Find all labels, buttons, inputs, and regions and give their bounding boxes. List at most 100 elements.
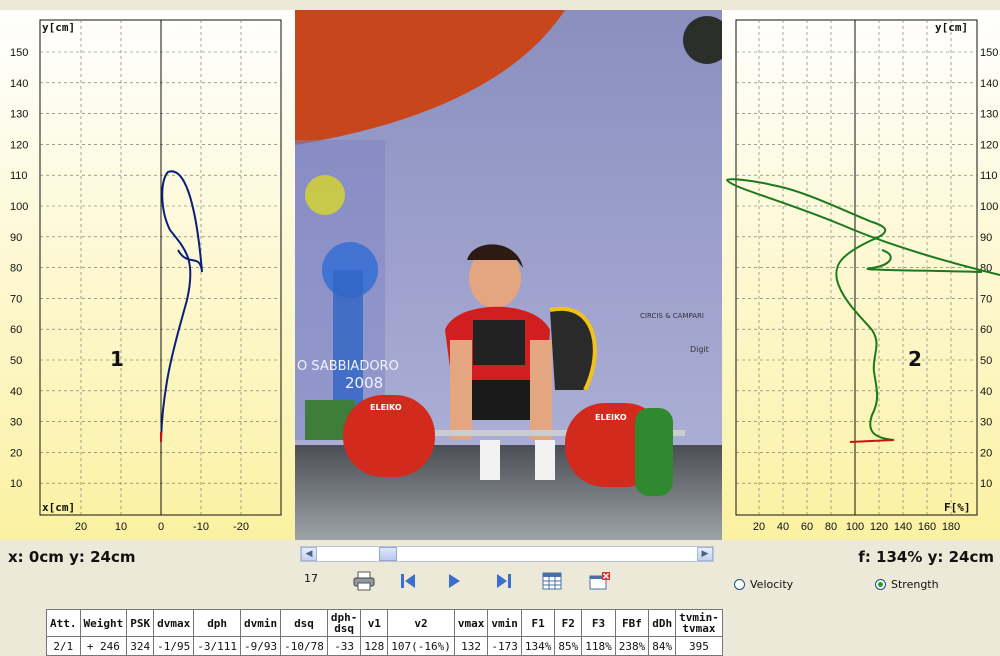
x-tick-label: 40 [777, 521, 789, 533]
table-header-cell: dsq [280, 609, 328, 637]
x-tick-label: 120 [870, 521, 888, 533]
table-cell: -10/78 [280, 636, 328, 656]
left-y-axis-label: y[cm] [42, 21, 75, 34]
grid-table-icon [542, 572, 562, 590]
scroll-left-icon[interactable]: ◀ [301, 547, 317, 561]
table-cell: 2/1 [46, 636, 81, 656]
table-cell: 324 [126, 636, 155, 656]
table-header-cell: vmax [453, 609, 489, 637]
window-close-icon [589, 572, 610, 590]
table-header-cell: dph [193, 609, 241, 637]
digital-board: Digit [690, 345, 709, 354]
x-tick-label: 160 [918, 521, 936, 533]
y-tick-label: 50 [10, 355, 22, 367]
strength-label: Strength [891, 578, 939, 591]
y-tick-label: 130 [10, 109, 28, 121]
strength-plot: 150 140 130 120 110 100 90 80 70 60 50 40 30 20 10 20 4… [722, 10, 1000, 540]
x-tick-label: 180 [942, 521, 960, 533]
print-button[interactable] [352, 570, 376, 592]
left-plot-marker: 1 [110, 347, 124, 371]
x-tick-label: 140 [894, 521, 912, 533]
y-tick-label: 90 [10, 232, 22, 244]
right-x-axis-label: F[%] [944, 501, 971, 514]
table-cell: -1/95 [153, 636, 195, 656]
y-tick-label: 70 [10, 293, 22, 305]
plate-brand-left: ELEIKO [370, 403, 402, 412]
table-header-cell: Weight [79, 609, 128, 637]
printer-icon [353, 571, 375, 591]
velocity-radio[interactable]: Velocity [734, 578, 793, 591]
right-y-axis-label: y[cm] [935, 21, 968, 34]
x-tick-label: 20 [753, 521, 765, 533]
sponsor-board: CIRCIS & CAMPARI [640, 312, 704, 320]
x-tick-label: 100 [846, 521, 864, 533]
y-tick-label: 120 [10, 139, 28, 151]
table-cell: -3/111 [193, 636, 241, 656]
table-header-cell: v2 [387, 609, 455, 637]
table-header-cell: F2 [554, 609, 583, 637]
y-tick-label: 60 [10, 324, 22, 336]
y-tick-label: 10 [10, 478, 22, 490]
y-tick-label: 140 [980, 78, 998, 90]
table-header-cell: Att. [46, 609, 81, 637]
y-tick-label: 120 [980, 139, 998, 151]
table-header-cell: dvmin [239, 609, 282, 637]
table-header-cell: FBf [614, 609, 650, 637]
right-plot-marker: 2 [908, 347, 922, 371]
table-cell: -173 [487, 636, 522, 656]
y-tick-label: 150 [980, 47, 998, 59]
video-frame[interactable]: O SABBIADORO 2008 CIRCIS & CAMPARI Digit… [295, 10, 722, 540]
table-header-cell: F1 [520, 609, 556, 637]
table-cell: 134% [520, 636, 556, 656]
lift-stats-table: Att. Weight PSK dvmax dph dvmin dsq dph-dsq v1 v2… [46, 609, 723, 656]
table-header-cell: dvmax [153, 609, 195, 637]
table-cell: 132 [453, 636, 489, 656]
close-window-button[interactable] [588, 570, 612, 592]
y-tick-label: 40 [980, 386, 992, 398]
y-tick-label: 30 [980, 417, 992, 429]
y-tick-label: 50 [980, 355, 992, 367]
table-cell: 238% [614, 636, 650, 656]
y-tick-label: 100 [980, 201, 998, 213]
y-tick-label: 60 [980, 324, 992, 336]
play-icon [449, 574, 460, 588]
y-tick-label: 10 [980, 478, 992, 490]
table-header-cell: dDh [648, 609, 677, 637]
table-cell: 395 [675, 636, 723, 656]
table-cell: -33 [326, 636, 362, 656]
table-cell: + 246 [79, 636, 128, 656]
table-header-cell: PSK [126, 609, 155, 637]
venue-banner: O SABBIADORO [297, 359, 399, 374]
plate-brand-right: ELEIKO [595, 413, 627, 422]
velocity-label: Velocity [750, 578, 794, 591]
y-tick-label: 150 [10, 47, 28, 59]
table-cell: 107(-16%) [387, 636, 455, 656]
x-tick-label: 60 [801, 521, 813, 533]
y-tick-label: 110 [980, 170, 998, 182]
last-frame-button[interactable] [492, 570, 516, 592]
table-header-cell: tvmin-tvmax [675, 609, 723, 637]
y-tick-label: 110 [10, 170, 28, 182]
table-cell: 84% [648, 636, 677, 656]
y-tick-label: 40 [10, 386, 22, 398]
table-view-button[interactable] [540, 570, 564, 592]
x-tick-label: 20 [75, 521, 87, 533]
scroll-thumb[interactable] [379, 547, 397, 561]
play-button[interactable] [442, 570, 466, 592]
y-tick-label: 100 [10, 201, 28, 213]
y-tick-label: 80 [10, 263, 22, 275]
skip-forward-icon [497, 574, 511, 588]
first-frame-button[interactable] [396, 570, 420, 592]
x-tick-label: 10 [115, 521, 127, 533]
table-header-cell: vmin [487, 609, 522, 637]
scroll-right-icon[interactable]: ▶ [697, 547, 713, 561]
table-cell: 118% [581, 636, 616, 656]
table-header-cell: dph-dsq [326, 609, 362, 637]
frame-scrollbar[interactable]: ◀ ▶ [300, 546, 714, 562]
y-tick-label: 70 [980, 293, 992, 305]
y-tick-label: 90 [980, 232, 992, 244]
y-tick-label: 130 [980, 109, 998, 121]
strength-radio[interactable]: Strength [875, 578, 939, 591]
table-header-cell: F3 [581, 609, 616, 637]
x-tick-label: 80 [825, 521, 837, 533]
